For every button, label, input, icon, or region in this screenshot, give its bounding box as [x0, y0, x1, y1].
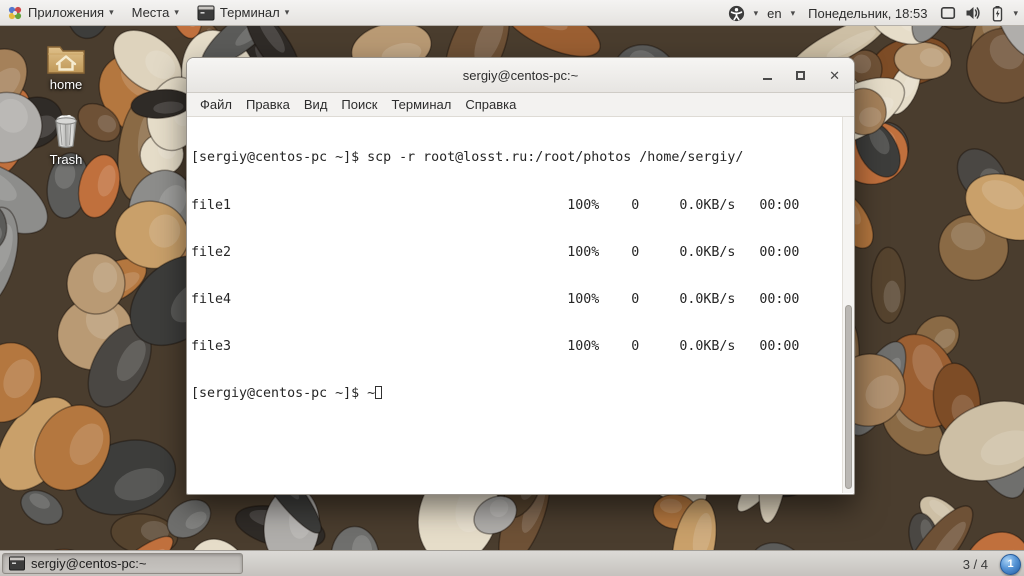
chevron-down-icon: ▾: [790, 7, 796, 18]
menu-help[interactable]: Справка: [458, 97, 523, 112]
menu-view[interactable]: Вид: [297, 97, 335, 112]
terminal-line: file3 100% 0 0.0KB/s 00:00: [191, 338, 800, 354]
desktop-icon-home-label: home: [49, 77, 83, 92]
places-menu-label: Места: [131, 5, 170, 20]
trash-can-icon: [55, 114, 77, 149]
workspace-switcher-badge[interactable]: 1: [1000, 553, 1021, 575]
terminal-prompt-line: [sergiy@centos-pc ~]$ ~: [191, 385, 840, 402]
applications-menu[interactable]: Приложения ▾: [0, 0, 123, 26]
bottom-panel-right: 3 / 4 1: [957, 551, 1021, 576]
taskbar-window-button[interactable]: sergiy@centos-pc:~: [2, 553, 243, 574]
terminal-scrollbar[interactable]: [842, 117, 854, 493]
accessibility-icon[interactable]: [728, 5, 745, 22]
minimize-button[interactable]: [763, 77, 773, 80]
menu-edit[interactable]: Правка: [239, 97, 297, 112]
terminal-window: sergiy@centos-pc:~ ✕ Файл Правка Вид Пои…: [186, 57, 855, 495]
home-folder-icon: [47, 46, 85, 74]
desktop: Приложения ▾ Места ▾ Терминал ▾ ▾ en ▾ П…: [0, 0, 1024, 576]
active-app-menu[interactable]: Терминал ▾: [188, 0, 298, 26]
chevron-down-icon: ▾: [109, 7, 114, 17]
places-menu[interactable]: Места ▾: [123, 0, 188, 26]
menu-file[interactable]: Файл: [193, 97, 239, 112]
top-panel-indicators: ▾ en ▾ Понедельник, 18:53 ▾: [728, 0, 1018, 26]
keyboard-layout-indicator[interactable]: en: [767, 6, 781, 21]
volume-icon[interactable]: [965, 5, 982, 21]
desktop-icon-home[interactable]: home: [34, 42, 98, 92]
terminal-cursor: [375, 385, 383, 399]
terminal-line: [sergiy@centos-pc ~]$ scp -r root@losst.…: [191, 150, 744, 166]
window-titlebar[interactable]: sergiy@centos-pc:~ ✕: [187, 58, 854, 93]
display-icon: [940, 5, 956, 21]
bottom-panel: sergiy@centos-pc:~ 3 / 4 1: [0, 550, 1024, 576]
chevron-down-icon: ▾: [1013, 7, 1018, 18]
terminal-icon: [197, 4, 215, 22]
menu-terminal[interactable]: Терминал: [384, 97, 458, 112]
window-controls: ✕: [763, 58, 840, 92]
terminal-menubar: Файл Правка Вид Поиск Терминал Справка: [187, 93, 854, 117]
workspace-indicator[interactable]: 3 / 4: [957, 555, 994, 574]
terminal-screen[interactable]: [sergiy@centos-pc ~]$ scp -r root@losst.…: [187, 117, 854, 493]
applications-flower-icon: [7, 5, 23, 21]
chevron-down-icon: ▾: [174, 7, 179, 17]
clock[interactable]: Понедельник, 18:53: [804, 6, 931, 21]
chevron-down-icon: ▾: [284, 7, 290, 17]
applications-menu-label: Приложения: [28, 5, 105, 20]
scrollbar-thumb[interactable]: [845, 305, 852, 489]
terminal-line: file1 100% 0 0.0KB/s 00:00: [191, 197, 800, 213]
menu-search[interactable]: Поиск: [334, 97, 384, 112]
window-title: sergiy@centos-pc:~: [462, 67, 579, 83]
desktop-icon-trash[interactable]: Trash: [34, 112, 98, 167]
battery-icon[interactable]: [991, 5, 1004, 22]
active-app-menu-label: Терминал: [219, 5, 280, 20]
terminal-icon: [9, 556, 25, 571]
desktop-icon-trash-label: Trash: [49, 152, 83, 167]
prompt-text: [sergiy@centos-pc ~]$ ~: [191, 385, 376, 401]
terminal-line: file2 100% 0 0.0KB/s 00:00: [191, 244, 800, 260]
chevron-down-icon: ▾: [753, 7, 759, 18]
taskbar-window-label: sergiy@centos-pc:~: [31, 556, 147, 571]
top-panel: Приложения ▾ Места ▾ Терминал ▾ ▾ en ▾ П…: [0, 0, 1024, 26]
terminal-line: file4 100% 0 0.0KB/s 00:00: [191, 291, 800, 307]
close-button[interactable]: ✕: [829, 69, 840, 82]
maximize-button[interactable]: [796, 70, 806, 80]
